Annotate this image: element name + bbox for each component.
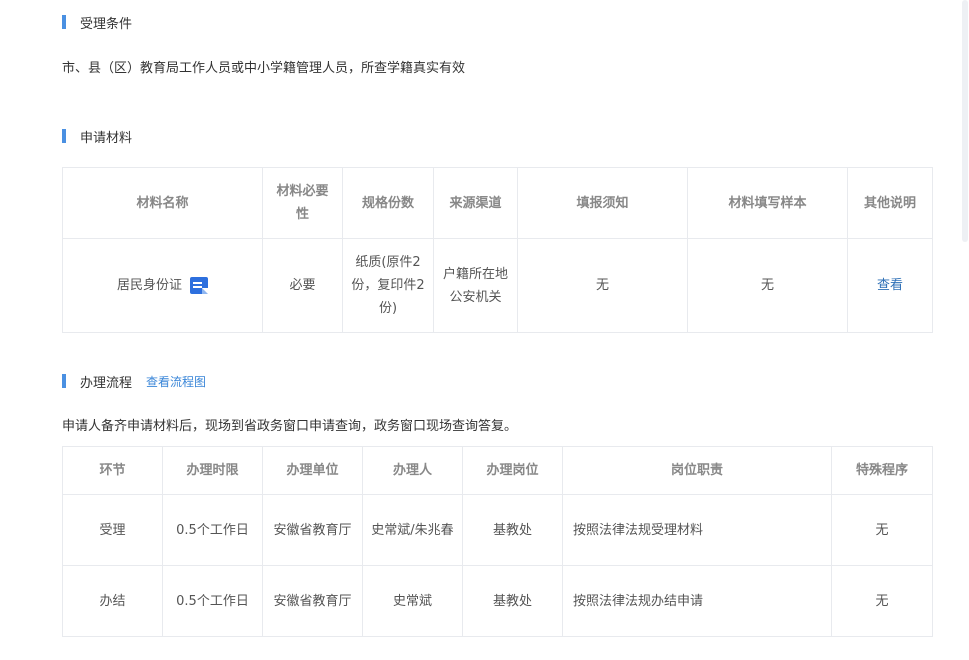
- material-other-cell: 查看: [847, 238, 933, 333]
- materials-header-source: 来源渠道: [433, 167, 518, 239]
- process-unit: 安徽省教育厅: [262, 565, 363, 637]
- acceptance-text: 市、县（区）教育局工作人员或中小学籍管理人员，所查学籍真实有效: [62, 61, 466, 76]
- process-header-unit: 办理单位: [262, 446, 363, 495]
- scrollbar-thumb[interactable]: [962, 0, 968, 242]
- material-source: 户籍所在地公安机关: [433, 238, 518, 333]
- materials-section-header: 申请材料: [62, 128, 133, 146]
- process-time: 0.5个工作日: [162, 565, 263, 637]
- section-accent-bar: [62, 129, 66, 143]
- process-duty: 按照法律法规受理材料: [562, 494, 832, 566]
- process-title: 办理流程: [80, 375, 133, 391]
- materials-header-notice: 填报须知: [517, 167, 688, 239]
- process-header-special: 特殊程序: [831, 446, 933, 495]
- materials-header-row: 材料名称 材料必要性 规格份数 来源渠道 填报须知 材料填写样本 其他说明: [62, 167, 933, 239]
- service-guide-page: 受理条件 市、县（区）教育局工作人员或中小学籍管理人员，所查学籍真实有效 申请材…: [0, 0, 969, 660]
- table-row: 居民身份证 必要 纸质(原件2份，复印件2份) 户籍所在地公安机关 无 无 查看: [62, 238, 933, 333]
- materials-header-spec: 规格份数: [342, 167, 434, 239]
- scrollbar-track[interactable]: [960, 0, 969, 660]
- material-notice: 无: [517, 238, 688, 333]
- material-name-cell: 居民身份证: [62, 238, 263, 333]
- materials-header-other: 其他说明: [847, 167, 933, 239]
- document-icon[interactable]: [190, 277, 208, 294]
- material-spec: 纸质(原件2份，复印件2份): [342, 238, 434, 333]
- materials-table: 材料名称 材料必要性 规格份数 来源渠道 填报须知 材料填写样本 其他说明 居民…: [62, 167, 933, 333]
- table-row: 办结 0.5个工作日 安徽省教育厅 史常斌 基教处 按照法律法规办结申请 无: [62, 565, 933, 637]
- process-unit: 安徽省教育厅: [262, 494, 363, 566]
- view-flowchart-link[interactable]: 查看流程图: [146, 373, 206, 390]
- materials-header-necessity: 材料必要性: [262, 167, 343, 239]
- material-name-group: 居民身份证: [117, 274, 208, 297]
- process-special: 无: [831, 494, 933, 566]
- process-time: 0.5个工作日: [162, 494, 263, 566]
- process-post: 基教处: [462, 565, 563, 637]
- section-accent-bar: [62, 15, 66, 29]
- materials-header-name: 材料名称: [62, 167, 263, 239]
- acceptance-section-header: 受理条件: [62, 14, 133, 32]
- process-header-stage: 环节: [62, 446, 163, 495]
- material-necessity: 必要: [262, 238, 343, 333]
- view-link[interactable]: 查看: [877, 278, 903, 293]
- process-header-duty: 岗位职责: [562, 446, 832, 495]
- process-stage: 受理: [62, 494, 163, 566]
- acceptance-title: 受理条件: [80, 16, 133, 32]
- materials-header-sample: 材料填写样本: [687, 167, 848, 239]
- process-header-row: 环节 办理时限 办理单位 办理人 办理岗位 岗位职责 特殊程序: [62, 446, 933, 495]
- process-text: 申请人备齐申请材料后，现场到省政务窗口申请查询，政务窗口现场查询答复。: [62, 419, 518, 434]
- process-table: 环节 办理时限 办理单位 办理人 办理岗位 岗位职责 特殊程序 受理 0.5个工…: [62, 446, 933, 637]
- materials-title: 申请材料: [80, 130, 133, 146]
- process-person: 史常斌: [362, 565, 463, 637]
- process-duty: 按照法律法规办结申请: [562, 565, 832, 637]
- section-accent-bar: [62, 374, 66, 388]
- table-row: 受理 0.5个工作日 安徽省教育厅 史常斌/朱兆春 基教处 按照法律法规受理材料…: [62, 494, 933, 566]
- material-name: 居民身份证: [116, 278, 182, 293]
- process-section-header: 办理流程 查看流程图: [62, 373, 206, 391]
- process-header-person: 办理人: [362, 446, 463, 495]
- process-special: 无: [831, 565, 933, 637]
- material-sample: 无: [687, 238, 848, 333]
- process-post: 基教处: [462, 494, 563, 566]
- process-header-time: 办理时限: [162, 446, 263, 495]
- process-person: 史常斌/朱兆春: [362, 494, 463, 566]
- process-header-post: 办理岗位: [462, 446, 563, 495]
- process-stage: 办结: [62, 565, 163, 637]
